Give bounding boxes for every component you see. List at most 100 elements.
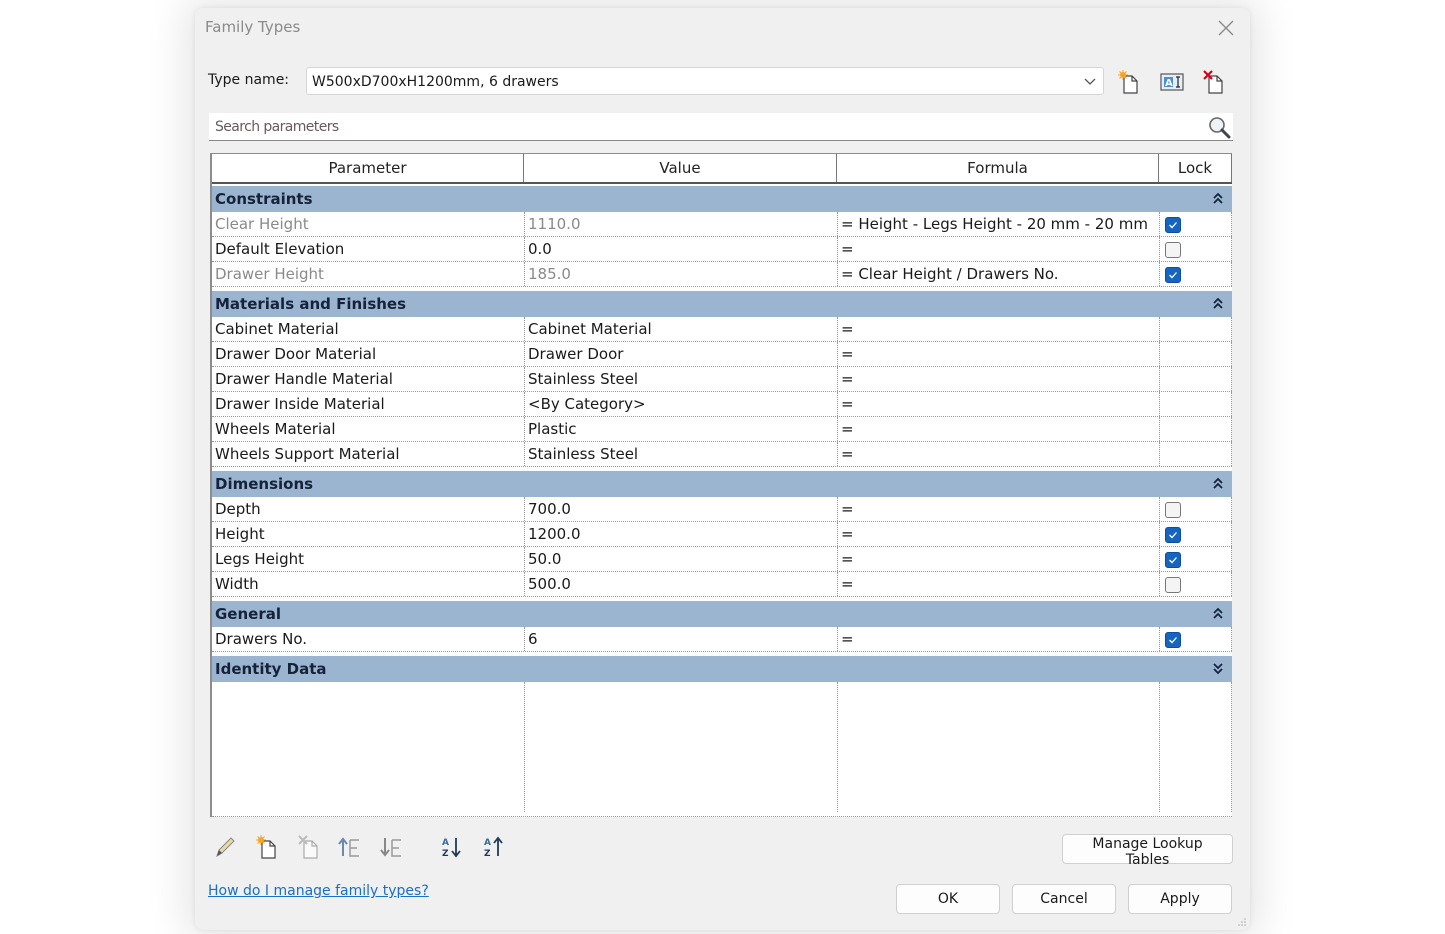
formula-cell[interactable]: = [837, 317, 1159, 341]
parameter-cell[interactable]: Width [212, 572, 524, 596]
lock-checkbox[interactable] [1165, 552, 1181, 568]
group-header[interactable]: Constraints [212, 186, 1232, 212]
parameter-cell[interactable]: Cabinet Material [212, 317, 524, 341]
formula-cell[interactable]: = [837, 627, 1159, 651]
lock-checkbox[interactable] [1165, 217, 1181, 233]
parameter-cell[interactable]: Height [212, 522, 524, 546]
cancel-button[interactable]: Cancel [1012, 884, 1116, 914]
lock-cell [1159, 317, 1232, 341]
rename-type-button[interactable]: A [1159, 69, 1185, 95]
lock-cell [1159, 572, 1232, 596]
formula-cell[interactable]: = [837, 237, 1159, 261]
lock-cell [1159, 342, 1232, 366]
column-header-formula[interactable]: Formula [837, 154, 1159, 182]
edit-parameter-icon [216, 837, 235, 858]
formula-cell[interactable]: = Height - Legs Height - 20 mm - 20 mm [837, 212, 1159, 236]
parameter-row: Drawers No. 6 = [212, 627, 1232, 652]
value-cell[interactable]: Stainless Steel [524, 442, 837, 466]
svg-text:Z: Z [484, 849, 491, 859]
help-link[interactable]: How do I manage family types? [208, 883, 429, 899]
value-cell[interactable]: Plastic [524, 417, 837, 441]
resize-grip-icon[interactable] [1238, 918, 1246, 926]
parameter-row: Drawer Inside Material <By Category> = [212, 392, 1232, 417]
ok-button[interactable]: OK [896, 884, 1000, 914]
lock-checkbox[interactable] [1165, 242, 1181, 258]
column-header-lock[interactable]: Lock [1159, 154, 1232, 182]
lock-checkbox[interactable] [1165, 502, 1181, 518]
parameter-row: Drawer Handle Material Stainless Steel = [212, 367, 1232, 392]
delete-parameter-icon [298, 835, 318, 859]
parameter-row: Cabinet Material Cabinet Material = [212, 317, 1232, 342]
formula-cell[interactable]: = [837, 572, 1159, 596]
search-input[interactable] [213, 116, 1197, 138]
sort-ascending-button[interactable]: AZ [440, 834, 466, 860]
group-header[interactable]: Identity Data [212, 656, 1232, 682]
collapse-icon[interactable] [1212, 606, 1224, 620]
column-header-value[interactable]: Value [524, 154, 837, 182]
grid-header: Parameter Value Formula Lock [212, 154, 1232, 184]
group-header[interactable]: Dimensions [212, 471, 1232, 497]
new-type-button[interactable] [1116, 69, 1142, 95]
rename-type-icon: A [1160, 73, 1184, 91]
lock-checkbox[interactable] [1165, 527, 1181, 543]
column-divider [1231, 682, 1232, 812]
manage-lookup-tables-button[interactable]: Manage Lookup Tables [1062, 834, 1233, 868]
parameter-cell[interactable]: Drawer Handle Material [212, 367, 524, 391]
formula-cell[interactable]: = [837, 497, 1159, 521]
type-name-dropdown[interactable]: W500xD700xH1200mm, 6 drawers [306, 67, 1104, 95]
parameter-cell[interactable]: Drawer Door Material [212, 342, 524, 366]
formula-cell[interactable]: = [837, 442, 1159, 466]
formula-cell[interactable]: = [837, 342, 1159, 366]
lock-checkbox[interactable] [1165, 577, 1181, 593]
parameter-cell: Clear Height [215, 215, 309, 233]
svg-text:A: A [1165, 78, 1173, 89]
delete-type-icon [1203, 70, 1223, 94]
collapse-icon[interactable] [1212, 296, 1224, 310]
formula-cell[interactable]: = [837, 547, 1159, 571]
value-cell[interactable]: 700.0 [524, 497, 837, 521]
parameter-cell[interactable]: Wheels Support Material [212, 442, 524, 466]
edit-parameter-button[interactable] [212, 834, 238, 860]
checkmark-icon [1169, 532, 1177, 539]
value-cell[interactable]: Stainless Steel [524, 367, 837, 391]
sort-ascending-icon: AZ [442, 838, 461, 859]
group-header[interactable]: General [212, 601, 1232, 627]
formula-cell[interactable]: = [837, 392, 1159, 416]
delete-type-button[interactable] [1201, 69, 1227, 95]
formula-cell[interactable]: = [837, 522, 1159, 546]
lock-checkbox[interactable] [1165, 267, 1181, 283]
value-cell[interactable]: 6 [524, 627, 837, 651]
value-cell[interactable]: 1200.0 [524, 522, 837, 546]
sort-descending-button[interactable]: AZ [482, 834, 508, 860]
value-cell[interactable]: Cabinet Material [524, 317, 837, 341]
expand-icon[interactable] [1212, 661, 1224, 675]
search-parameters-field[interactable] [209, 113, 1233, 141]
parameter-cell[interactable]: Wheels Material [212, 417, 524, 441]
value-cell[interactable]: 500.0 [524, 572, 837, 596]
parameter-cell[interactable]: Default Elevation [212, 237, 524, 261]
move-up-button [337, 834, 363, 860]
parameter-cell[interactable]: Depth [212, 497, 524, 521]
collapse-icon[interactable] [1212, 476, 1224, 490]
group-header[interactable]: Materials and Finishes [212, 291, 1232, 317]
checkmark-icon [1169, 557, 1177, 564]
lock-checkbox[interactable] [1165, 632, 1181, 648]
move-down-button [379, 834, 405, 860]
apply-button[interactable]: Apply [1128, 884, 1232, 914]
lock-cell [1159, 367, 1232, 391]
close-button[interactable] [1214, 16, 1238, 40]
value-cell[interactable]: Drawer Door [524, 342, 837, 366]
value-cell[interactable]: 50.0 [524, 547, 837, 571]
column-header-parameter[interactable]: Parameter [212, 154, 524, 182]
formula-cell[interactable]: = Clear Height / Drawers No. [837, 262, 1159, 286]
parameter-cell[interactable]: Drawer Inside Material [212, 392, 524, 416]
collapse-icon[interactable] [1212, 191, 1224, 205]
parameter-cell[interactable]: Legs Height [212, 547, 524, 571]
formula-cell[interactable]: = [837, 367, 1159, 391]
formula-cell[interactable]: = [837, 417, 1159, 441]
parameter-cell[interactable]: Drawers No. [212, 627, 524, 651]
value-cell: 1110.0 [524, 212, 837, 236]
value-cell[interactable]: <By Category> [524, 392, 837, 416]
value-cell[interactable]: 0.0 [524, 237, 837, 261]
new-parameter-button[interactable] [254, 834, 280, 860]
